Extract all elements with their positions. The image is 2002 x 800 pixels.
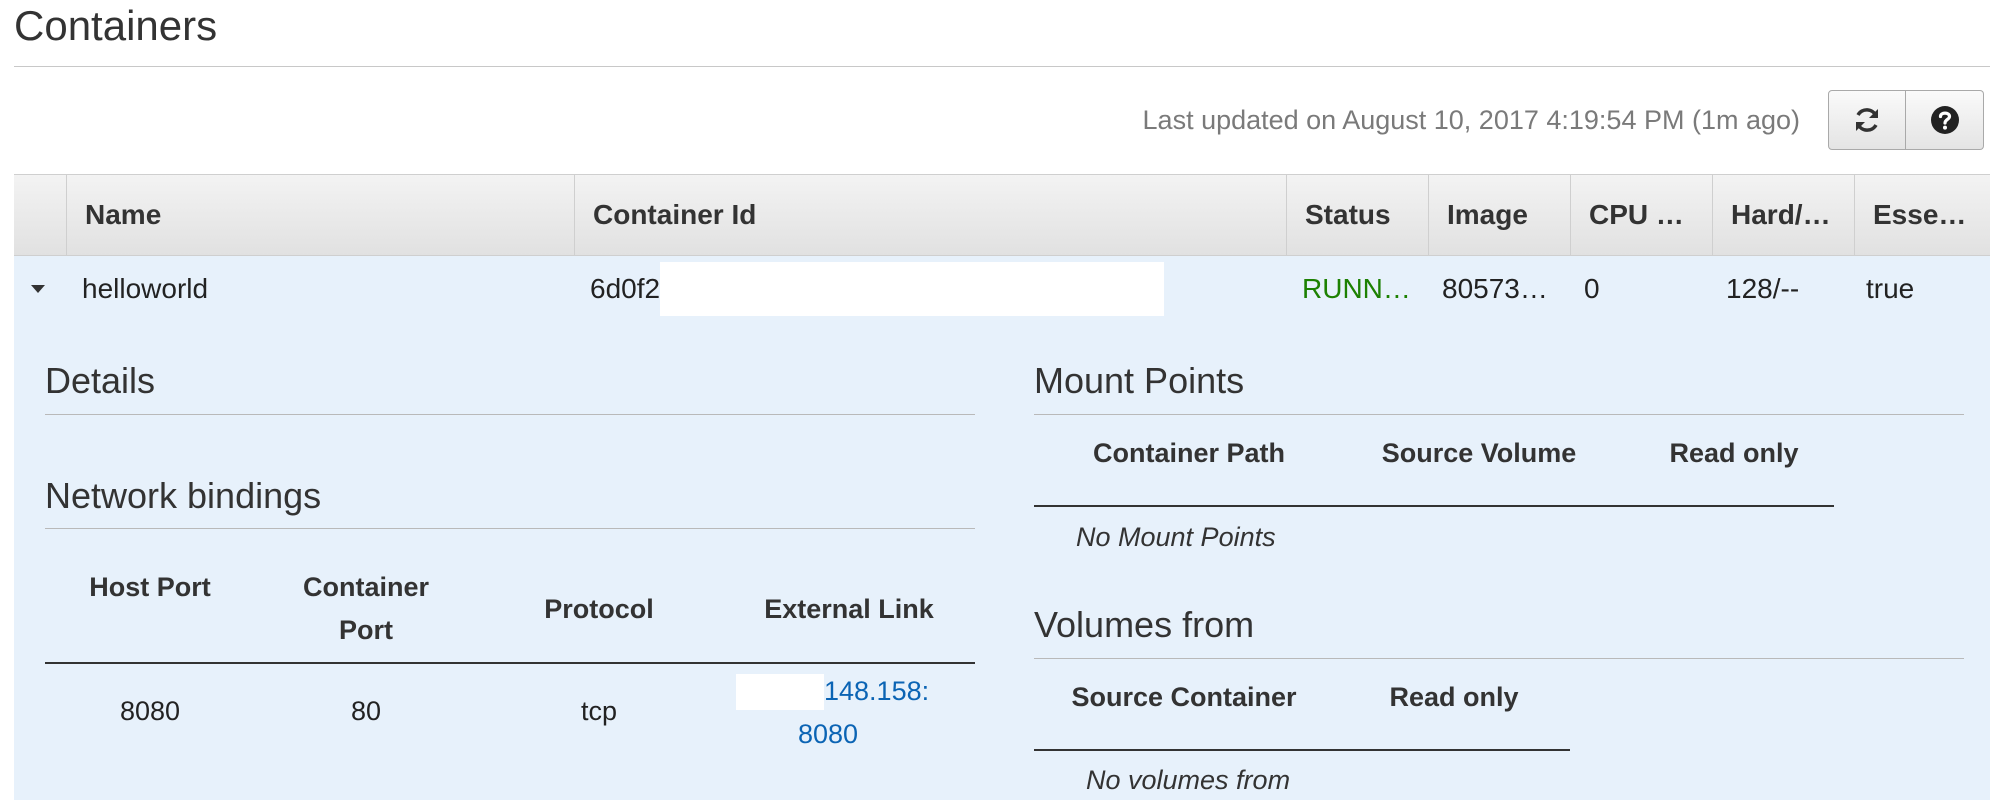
- status-badge: RUNN…: [1302, 273, 1411, 304]
- container-id: 6d0f2: [590, 273, 661, 304]
- external-link[interactable]: 148.158:: [824, 676, 929, 707]
- column-header-status[interactable]: Status: [1286, 175, 1428, 255]
- essential-value: true: [1866, 273, 1915, 304]
- title-divider: [14, 66, 1990, 67]
- no-mount-points-text: No Mount Points: [1076, 522, 1276, 552]
- redacted-region: [660, 262, 1164, 316]
- help-button[interactable]: [1906, 90, 1984, 150]
- column-header-container-id[interactable]: Container Id: [574, 175, 1286, 255]
- volumes-header-read-only: Read only: [1389, 682, 1519, 712]
- help-icon: [1930, 106, 1959, 134]
- details-divider: [45, 414, 975, 415]
- column-header-name[interactable]: Name: [66, 175, 574, 255]
- toolbar-buttons: [1828, 90, 1984, 150]
- mount-points-divider: [1034, 414, 1964, 415]
- column-header-essential[interactable]: Esse…: [1854, 175, 1990, 255]
- column-header-image[interactable]: Image: [1428, 175, 1570, 255]
- volumes-header-source-container: Source Container: [1071, 682, 1297, 712]
- column-header-cpu[interactable]: CPU …: [1570, 175, 1712, 255]
- network-bindings-divider: [45, 528, 975, 529]
- volumes-from-divider: [1034, 658, 1964, 659]
- caret-down-icon: [31, 285, 45, 293]
- network-header-container-port: Container Port: [302, 572, 429, 645]
- network-header-host-port: Host Port: [89, 572, 211, 602]
- volumes-from-heading: Volumes from: [1034, 604, 1255, 645]
- cpu-value: 0: [1584, 273, 1600, 304]
- volumes-header-rule: [1034, 749, 1570, 751]
- image-value: 80573…: [1442, 273, 1548, 304]
- network-header-rule: [45, 662, 975, 664]
- host-port-value: 8080: [119, 696, 181, 726]
- mount-points-heading: Mount Points: [1034, 360, 1245, 401]
- last-updated-text: Last updated on August 10, 2017 4:19:54 …: [1142, 105, 1800, 135]
- network-header-external-link: External Link: [764, 594, 934, 624]
- no-volumes-from-text: No volumes from: [1086, 765, 1291, 795]
- details-heading: Details: [45, 360, 156, 401]
- table-row[interactable]: helloworld 6d0f2 RUNN… 80573… 0 128/-- t…: [14, 256, 1990, 322]
- page-title: Containers: [14, 2, 218, 49]
- mount-header-read-only: Read only: [1669, 438, 1799, 468]
- external-link-port[interactable]: 8080: [798, 719, 858, 750]
- network-bindings-heading: Network bindings: [45, 475, 322, 516]
- collapse-toggle[interactable]: [28, 256, 48, 322]
- column-header-memory[interactable]: Hard/…: [1712, 175, 1854, 255]
- mount-header-source-volume: Source Volume: [1381, 438, 1577, 468]
- container-port-value: 80: [350, 696, 382, 726]
- refresh-button[interactable]: [1828, 90, 1906, 150]
- containers-table-header: Name Container Id Status Image CPU … Har…: [14, 174, 1990, 256]
- container-details-panel: Details Network bindings Host Port Conta…: [14, 322, 1990, 800]
- redacted-ip-prefix: [736, 674, 824, 710]
- container-name[interactable]: helloworld: [82, 256, 208, 322]
- protocol-value: tcp: [580, 696, 618, 726]
- refresh-icon: [1856, 108, 1878, 132]
- mount-header-rule: [1034, 505, 1834, 507]
- memory-value: 128/--: [1726, 273, 1800, 304]
- network-header-protocol: Protocol: [544, 594, 654, 624]
- mount-header-container-path: Container Path: [1092, 438, 1286, 468]
